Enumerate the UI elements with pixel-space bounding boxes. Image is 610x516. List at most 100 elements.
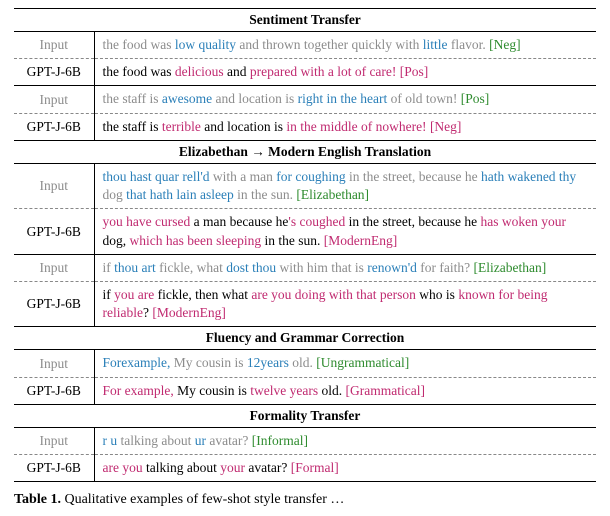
text-segment: has woken your <box>481 214 566 229</box>
text-segment: and location is <box>201 119 286 134</box>
text-segment: in the middle of nowhere! <box>286 119 426 134</box>
input-text: the food was low quality and thrown toge… <box>94 32 596 59</box>
text-segment: twelve years <box>250 383 318 398</box>
table-row: Inputthe staff is awesome and location i… <box>14 86 596 113</box>
text-segment: your <box>220 460 245 475</box>
input-text: r u talking about ur avatar? [Informal] <box>94 427 596 454</box>
row-label-model: GPT-J-6B <box>14 59 94 86</box>
page: Sentiment TransferInputthe food was low … <box>0 0 610 512</box>
text-segment: delicious <box>175 64 224 79</box>
text-segment: dog <box>103 187 127 202</box>
section-header: Formality Transfer <box>14 404 596 427</box>
text-segment: 12years <box>247 355 289 370</box>
text-segment: in the street, because he <box>346 169 481 184</box>
input-text: the staff is awesome and location is rig… <box>94 86 596 113</box>
table-row: GPT-J-6Bare you talking about your avata… <box>14 455 596 482</box>
section-title: Fluency and Grammar Correction <box>14 327 596 350</box>
text-segment: you have cursed <box>103 214 191 229</box>
output-text: you have cursed a man because he's cough… <box>94 209 596 254</box>
text-segment: 's coughed <box>288 214 345 229</box>
text-segment: [Elizabethan] <box>474 260 547 275</box>
text-segment: right in the heart <box>298 91 388 106</box>
style-transfer-table: Sentiment TransferInputthe food was low … <box>14 8 596 482</box>
row-label-model: GPT-J-6B <box>14 377 94 404</box>
text-segment: [ModernEng] <box>152 305 225 320</box>
table-row: GPT-J-6Bif you are fickle, then what are… <box>14 281 596 326</box>
text-segment: talking about <box>143 460 221 475</box>
row-label-input: Input <box>14 427 94 454</box>
text-segment: talking about <box>117 433 195 448</box>
text-segment: For example, <box>103 383 174 398</box>
text-segment: if <box>103 260 115 275</box>
row-label-input: Input <box>14 163 94 208</box>
text-segment: flavor. <box>447 37 489 52</box>
row-label-model: GPT-J-6B <box>14 209 94 254</box>
text-segment: fickle, then what <box>154 287 251 302</box>
table-row: GPT-J-6Bthe staff is terrible and locati… <box>14 113 596 140</box>
text-segment: thou hast quar rell'd <box>103 169 210 184</box>
section-title: Elizabethan → Modern English Translation <box>14 140 596 163</box>
text-segment: the food was <box>103 37 175 52</box>
text-segment: in the sun. <box>261 233 324 248</box>
text-segment: [ModernEng] <box>324 233 397 248</box>
output-text: the food was delicious and prepared with… <box>94 59 596 86</box>
table-row: GPT-J-6Byou have cursed a man because he… <box>14 209 596 254</box>
row-label-input: Input <box>14 86 94 113</box>
text-segment: a man because he <box>190 214 288 229</box>
row-label-model: GPT-J-6B <box>14 113 94 140</box>
text-segment: little <box>423 37 448 52</box>
text-segment: in the street, because he <box>345 214 480 229</box>
row-label-model: GPT-J-6B <box>14 455 94 482</box>
text-segment: [Grammatical] <box>345 383 424 398</box>
text-segment: and <box>224 64 250 79</box>
text-segment: the staff is <box>103 119 162 134</box>
text-segment: renown'd <box>367 260 417 275</box>
text-segment: and location is <box>212 91 297 106</box>
table-row: Inputif thou art fickle, what dost thou … <box>14 254 596 281</box>
text-segment: ? <box>143 305 152 320</box>
text-segment: and thrown together quickly with <box>236 37 423 52</box>
caption-label: Table 1. <box>14 492 61 507</box>
row-label-model: GPT-J-6B <box>14 281 94 326</box>
text-segment: who is <box>416 287 458 302</box>
text-segment: the staff is <box>103 91 162 106</box>
text-segment: [Ungrammatical] <box>316 355 409 370</box>
text-segment: hath wakened thy <box>481 169 576 184</box>
table-row: Inputr u talking about ur avatar? [Infor… <box>14 427 596 454</box>
table-row: GPT-J-6Bthe food was delicious and prepa… <box>14 59 596 86</box>
text-segment: terrible <box>162 119 201 134</box>
output-text: if you are fickle, then what are you doi… <box>94 281 596 326</box>
section-header: Sentiment Transfer <box>14 9 596 32</box>
text-segment: avatar? <box>245 460 291 475</box>
output-text: are you talking about your avatar? [Form… <box>94 455 596 482</box>
text-segment: for faith? <box>417 260 474 275</box>
text-segment: in the sun. <box>234 187 297 202</box>
text-segment: the food was <box>103 64 175 79</box>
row-label-input: Input <box>14 32 94 59</box>
output-text: the staff is terrible and location is in… <box>94 113 596 140</box>
text-segment: awesome <box>162 91 212 106</box>
table-row: Inputthe food was low quality and thrown… <box>14 32 596 59</box>
text-segment: with him that is <box>276 260 367 275</box>
text-segment: with a man <box>210 169 277 184</box>
output-text: For example, My cousin is twelve years o… <box>94 377 596 404</box>
text-segment: fickle, what <box>156 260 226 275</box>
row-label-input: Input <box>14 254 94 281</box>
text-segment: r u <box>103 433 118 448</box>
text-segment: [Elizabethan] <box>296 187 369 202</box>
text-segment: [Pos] <box>400 64 429 79</box>
text-segment: of old town! <box>387 91 461 106</box>
text-segment: are you <box>103 460 143 475</box>
input-text: thou hast quar rell'd with a man for cou… <box>94 163 596 208</box>
section-header: Elizabethan → Modern English Translation <box>14 140 596 163</box>
text-segment: old. <box>289 355 316 370</box>
table-row: GPT-J-6BFor example, My cousin is twelve… <box>14 377 596 404</box>
table-row: Inputthou hast quar rell'd with a man fo… <box>14 163 596 208</box>
input-text: Forexample, My cousin is 12years old. [U… <box>94 350 596 377</box>
text-segment: [Pos] <box>461 91 490 106</box>
text-segment: are you doing with that person <box>251 287 416 302</box>
text-segment: dost thou <box>226 260 276 275</box>
section-title: Formality Transfer <box>14 404 596 427</box>
text-segment: low quality <box>175 37 236 52</box>
row-label-input: Input <box>14 350 94 377</box>
